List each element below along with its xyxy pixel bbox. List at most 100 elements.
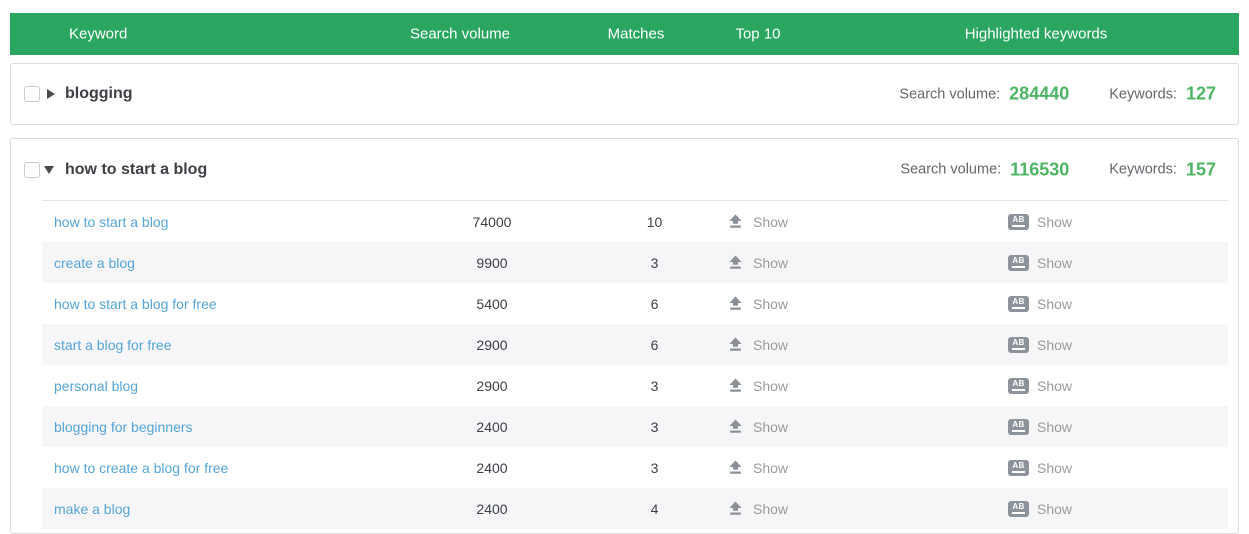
highlighted-keywords-show-button[interactable]: AB Show — [1008, 500, 1073, 517]
keywords-label: Keywords: — [1109, 161, 1177, 178]
top10-arrow-up-icon — [729, 378, 742, 392]
ab-icon-text: AB — [1012, 256, 1025, 269]
ab-highlight-icon: AB — [1008, 418, 1029, 435]
keyword-group-card-blogging: blogging Search volume: 284440 Keywords:… — [10, 63, 1239, 125]
search-volume-label: Search volume: — [900, 161, 1002, 178]
column-header-highlighted-keywords: Highlighted keywords — [964, 25, 1108, 43]
ab-icon-text: AB — [1012, 461, 1025, 474]
column-header-matches: Matches — [607, 25, 665, 43]
group-header: how to start a blog Search volume: 11653… — [11, 139, 1238, 200]
keyword-link[interactable]: blogging for beginners — [54, 419, 193, 435]
ab-highlight-icon: AB — [1008, 459, 1029, 476]
keyword-row: blogging for beginners 2400 3 Show AB Sh… — [42, 406, 1228, 447]
keyword-row: personal blog 2900 3 Show AB Show — [42, 365, 1228, 406]
search-volume-value: 2900 — [476, 336, 508, 353]
show-label: Show — [1037, 213, 1073, 230]
keyword-row: create a blog 9900 3 Show AB Show — [42, 242, 1228, 283]
show-label: Show — [753, 213, 789, 230]
highlighted-keywords-show-button[interactable]: AB Show — [1008, 418, 1073, 435]
ab-icon-text: AB — [1012, 338, 1025, 351]
highlighted-keywords-show-button[interactable]: AB Show — [1008, 254, 1072, 271]
group-search-volume-value: 116530 — [1010, 159, 1070, 179]
top10-arrow-up-icon — [729, 214, 742, 228]
keyword-row: make a blog 2400 4 Show AB Show — [42, 488, 1228, 529]
top10-arrow-up-icon — [729, 337, 742, 351]
top10-arrow-up-icon — [729, 255, 742, 269]
group-header: blogging Search volume: 284440 Keywords:… — [11, 64, 1238, 124]
ab-icon-text: AB — [1012, 215, 1025, 228]
matches-value: 3 — [650, 418, 659, 435]
top10-arrow-up-icon — [729, 419, 742, 433]
highlighted-keywords-show-button[interactable]: AB Show — [1008, 213, 1073, 230]
group-keyword-count-value: 157 — [1185, 159, 1216, 179]
matches-value: 3 — [650, 377, 659, 394]
keyword-link[interactable]: start a blog for free — [54, 337, 172, 353]
top10-show-button[interactable]: Show — [728, 337, 788, 353]
show-label: Show — [753, 254, 789, 271]
collapse-expanded-icon[interactable] — [44, 165, 54, 174]
show-label: Show — [753, 418, 789, 435]
top10-show-button[interactable]: Show — [728, 255, 788, 271]
keyword-rows-table: how to start a blog 74000 10 Show AB Sho… — [42, 200, 1228, 529]
keyword-link[interactable]: create a blog — [54, 255, 135, 271]
top10-arrow-up-icon — [729, 460, 742, 474]
ab-highlight-icon: AB — [1008, 213, 1029, 230]
show-label: Show — [1037, 500, 1073, 517]
keyword-link[interactable]: how to start a blog for free — [54, 296, 217, 312]
ab-icon-text: AB — [1012, 420, 1025, 433]
top10-show-button[interactable]: Show — [728, 460, 788, 476]
column-header-keyword: Keyword — [69, 25, 128, 43]
top10-arrow-up-icon — [729, 296, 742, 310]
matches-value: 4 — [650, 500, 659, 517]
show-label: Show — [1037, 418, 1073, 435]
search-volume-value: 9900 — [476, 254, 508, 271]
group-checkbox[interactable] — [24, 86, 40, 102]
highlighted-keywords-show-button[interactable]: AB Show — [1008, 377, 1072, 394]
keyword-link[interactable]: make a blog — [54, 501, 130, 517]
search-volume-value: 2400 — [476, 418, 508, 435]
group-title[interactable]: how to start a blog — [65, 161, 207, 179]
column-header-search-volume: Search volume — [409, 25, 511, 43]
top10-show-button[interactable]: Show — [728, 214, 788, 230]
ab-highlight-icon: AB — [1008, 254, 1029, 271]
ab-highlight-icon: AB — [1008, 500, 1029, 517]
keyword-link[interactable]: how to create a blog for free — [54, 460, 228, 476]
highlighted-keywords-show-button[interactable]: AB Show — [1008, 336, 1073, 353]
search-volume-value: 2400 — [476, 500, 508, 517]
matches-value: 3 — [650, 459, 659, 476]
ab-highlight-icon: AB — [1008, 295, 1029, 312]
top10-show-button[interactable]: Show — [728, 296, 788, 312]
show-label: Show — [753, 459, 789, 476]
group-stats: Search volume: 116530 Keywords: 157 — [900, 159, 1216, 180]
show-label: Show — [1037, 336, 1073, 353]
group-title[interactable]: blogging — [65, 85, 133, 103]
group-search-volume-value: 284440 — [1009, 83, 1070, 104]
ab-icon-text: AB — [1012, 297, 1025, 310]
ab-icon-text: AB — [1012, 379, 1025, 392]
keyword-link[interactable]: how to start a blog — [54, 214, 168, 230]
matches-value: 6 — [650, 336, 659, 353]
show-label: Show — [753, 500, 789, 517]
expand-collapsed-icon[interactable] — [47, 89, 55, 99]
top10-show-button[interactable]: Show — [728, 419, 788, 435]
keyword-row: how to start a blog for free 5400 6 Show… — [42, 283, 1228, 324]
table-header-bar: Keyword Search volume Matches Top 10 Hig… — [10, 13, 1239, 55]
show-label: Show — [1037, 295, 1073, 312]
matches-value: 10 — [646, 213, 663, 230]
top10-show-button[interactable]: Show — [728, 501, 788, 517]
keyword-link[interactable]: personal blog — [54, 378, 138, 394]
search-volume-value: 2900 — [476, 377, 508, 394]
show-label: Show — [753, 336, 789, 353]
group-checkbox[interactable] — [24, 161, 40, 178]
keyword-row: how to create a blog for free 2400 3 Sho… — [42, 447, 1228, 488]
show-label: Show — [753, 377, 789, 394]
highlighted-keywords-show-button[interactable]: AB Show — [1008, 295, 1073, 312]
highlighted-keywords-show-button[interactable]: AB Show — [1008, 459, 1072, 476]
keywords-label: Keywords: — [1109, 86, 1177, 102]
matches-value: 3 — [650, 254, 659, 271]
search-volume-label: Search volume: — [899, 86, 1001, 102]
top10-show-button[interactable]: Show — [728, 378, 788, 394]
keyword-row: start a blog for free 2900 6 Show AB Sho… — [42, 324, 1228, 365]
ab-highlight-icon: AB — [1008, 336, 1029, 353]
group-stats: Search volume: 284440 Keywords: 127 — [899, 84, 1216, 105]
